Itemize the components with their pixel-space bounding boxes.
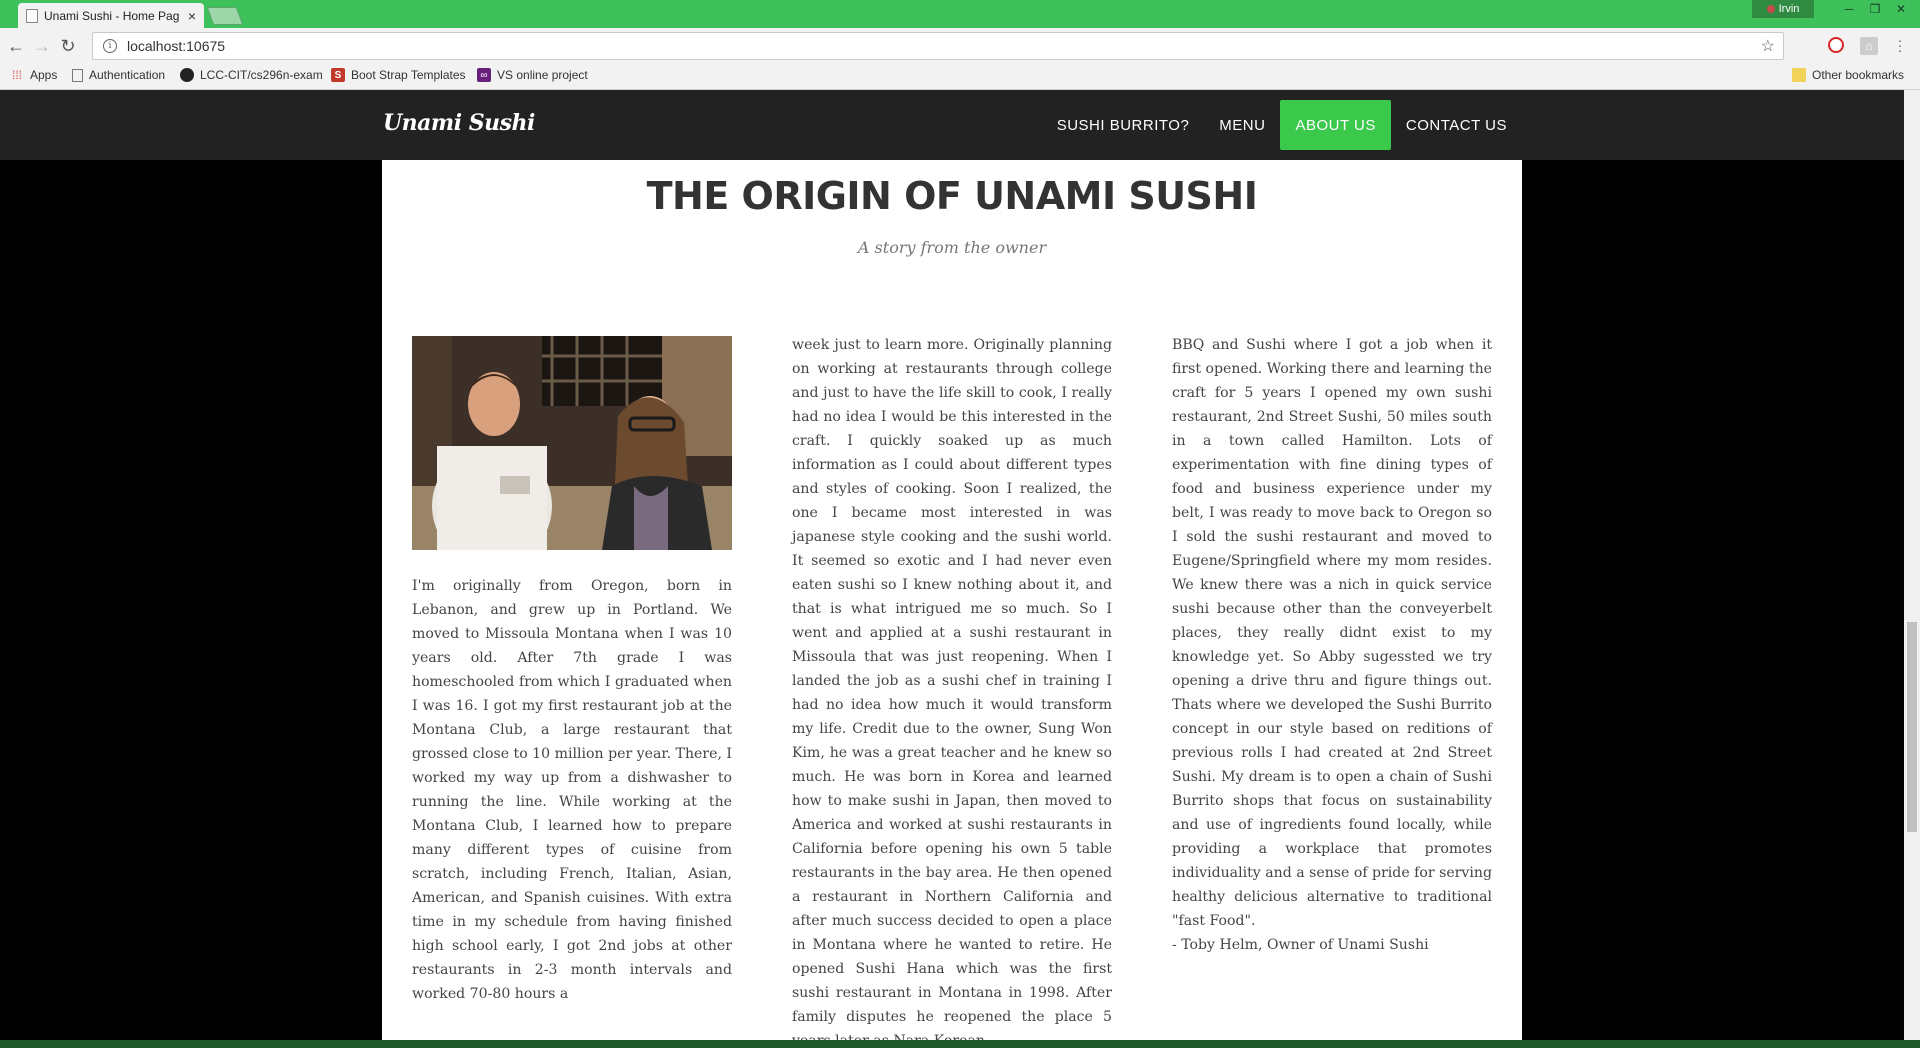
address-text: localhost:10675 xyxy=(127,38,226,54)
bookmark-authentication[interactable]: Authentication xyxy=(72,68,165,82)
folder-icon xyxy=(1792,68,1806,82)
bookmark-label: Apps xyxy=(30,68,58,82)
profile-button[interactable]: Irvin xyxy=(1752,0,1814,18)
story-paragraph-1: I'm originally from Oregon, born in Leba… xyxy=(412,578,732,1002)
github-icon xyxy=(180,68,194,82)
close-window-icon[interactable]: ✕ xyxy=(1888,0,1914,18)
bookmark-label: Other bookmarks xyxy=(1812,68,1905,82)
bookmark-label: LCC-CIT/cs296n-exam xyxy=(200,68,323,82)
profile-icon xyxy=(1766,5,1775,13)
bookmark-bootstrap[interactable]: S Boot Strap Templates xyxy=(331,68,466,82)
tab-title: Unami Sushi - Home Pag xyxy=(44,8,180,23)
page-viewport: Unami Sushi SUSHI BURRITO? MENU ABOUT US… xyxy=(0,90,1904,1040)
page-subtitle: A story from the owner xyxy=(857,238,1047,257)
browser-titlebar: Unami Sushi - Home Pag × Irvin ─ ❐ ✕ xyxy=(0,0,1920,28)
bookmark-label: VS online project xyxy=(497,68,588,82)
s-logo-icon: S xyxy=(331,68,345,82)
pdf-extension-icon[interactable]: ⌂ xyxy=(1860,37,1878,55)
info-icon[interactable]: i xyxy=(103,39,117,53)
page-icon xyxy=(26,8,38,23)
close-icon[interactable]: × xyxy=(188,8,196,24)
page-title: THE ORIGIN OF UNAMI SUSHI xyxy=(646,174,1258,218)
bookmark-lcc-cit[interactable]: LCC-CIT/cs296n-exam xyxy=(180,68,323,82)
back-arrow-icon[interactable]: ← xyxy=(6,36,26,56)
page-icon xyxy=(72,68,83,82)
site-brand[interactable]: Unami Sushi xyxy=(383,110,535,136)
bookmark-apps[interactable]: ⁞⁞⁞ Apps xyxy=(10,68,57,82)
bookmarks-bar: ⁞⁞⁞ Apps Authentication LCC-CIT/cs296n-e… xyxy=(0,64,1920,90)
story-paragraph-2: week just to learn more. Originally plan… xyxy=(792,337,1112,1040)
story-paragraph-3: BBQ and Sushi where I got a job when it … xyxy=(1172,337,1492,929)
bookmark-vs-online[interactable]: ∞ VS online project xyxy=(477,68,588,82)
profile-name: Irvin xyxy=(1778,3,1800,15)
nav-about-us[interactable]: ABOUT US xyxy=(1280,100,1391,150)
bookmark-label: Boot Strap Templates xyxy=(351,68,466,82)
browser-tab[interactable]: Unami Sushi - Home Pag × xyxy=(18,3,204,28)
address-bar[interactable]: i localhost:10675 ☆ xyxy=(92,32,1784,60)
forward-arrow-icon[interactable]: → xyxy=(32,36,52,56)
about-section: THE ORIGIN OF UNAMI SUSHI A story from t… xyxy=(382,160,1522,1040)
chrome-menu-icon[interactable]: · · · xyxy=(1896,33,1904,57)
bookmark-star-icon[interactable]: ☆ xyxy=(1761,36,1775,56)
browser-toolbar: ← → ↻ i localhost:10675 ☆ xyxy=(0,28,1920,64)
os-taskbar xyxy=(0,1040,1920,1048)
nav-contact-us[interactable]: CONTACT US xyxy=(1391,100,1522,150)
nav-menu[interactable]: MENU xyxy=(1204,100,1280,150)
restore-icon[interactable]: ❐ xyxy=(1862,0,1888,18)
minimize-icon[interactable]: ─ xyxy=(1836,0,1862,18)
owner-photo xyxy=(412,336,732,550)
bookmark-label: Authentication xyxy=(89,68,166,82)
page-scrollbar[interactable] xyxy=(1904,90,1920,1040)
site-navbar: Unami Sushi SUSHI BURRITO? MENU ABOUT US… xyxy=(0,90,1904,160)
nav-sushi-burrito[interactable]: SUSHI BURRITO? xyxy=(1042,100,1205,150)
apps-grid-icon: ⁞⁞⁞ xyxy=(11,68,22,82)
window-controls: ─ ❐ ✕ xyxy=(1836,0,1914,18)
opera-extension-icon[interactable] xyxy=(1828,37,1844,53)
reload-icon[interactable]: ↻ xyxy=(58,36,78,56)
owner-signature: - Toby Helm, Owner of Unami Sushi xyxy=(1172,937,1429,953)
site-nav: SUSHI BURRITO? MENU ABOUT US CONTACT US xyxy=(1042,100,1522,150)
bookmark-other[interactable]: Other bookmarks xyxy=(1792,68,1904,82)
story-column-1: I'm originally from Oregon, born in Leba… xyxy=(412,336,732,1006)
new-tab-button[interactable] xyxy=(206,7,244,25)
visual-studio-icon: ∞ xyxy=(477,68,491,82)
scrollbar-thumb[interactable] xyxy=(1907,622,1917,832)
story-column-3: BBQ and Sushi where I got a job when it … xyxy=(1172,333,1492,957)
chefs-image xyxy=(412,336,732,550)
story-column-2: week just to learn more. Originally plan… xyxy=(792,333,1112,1040)
